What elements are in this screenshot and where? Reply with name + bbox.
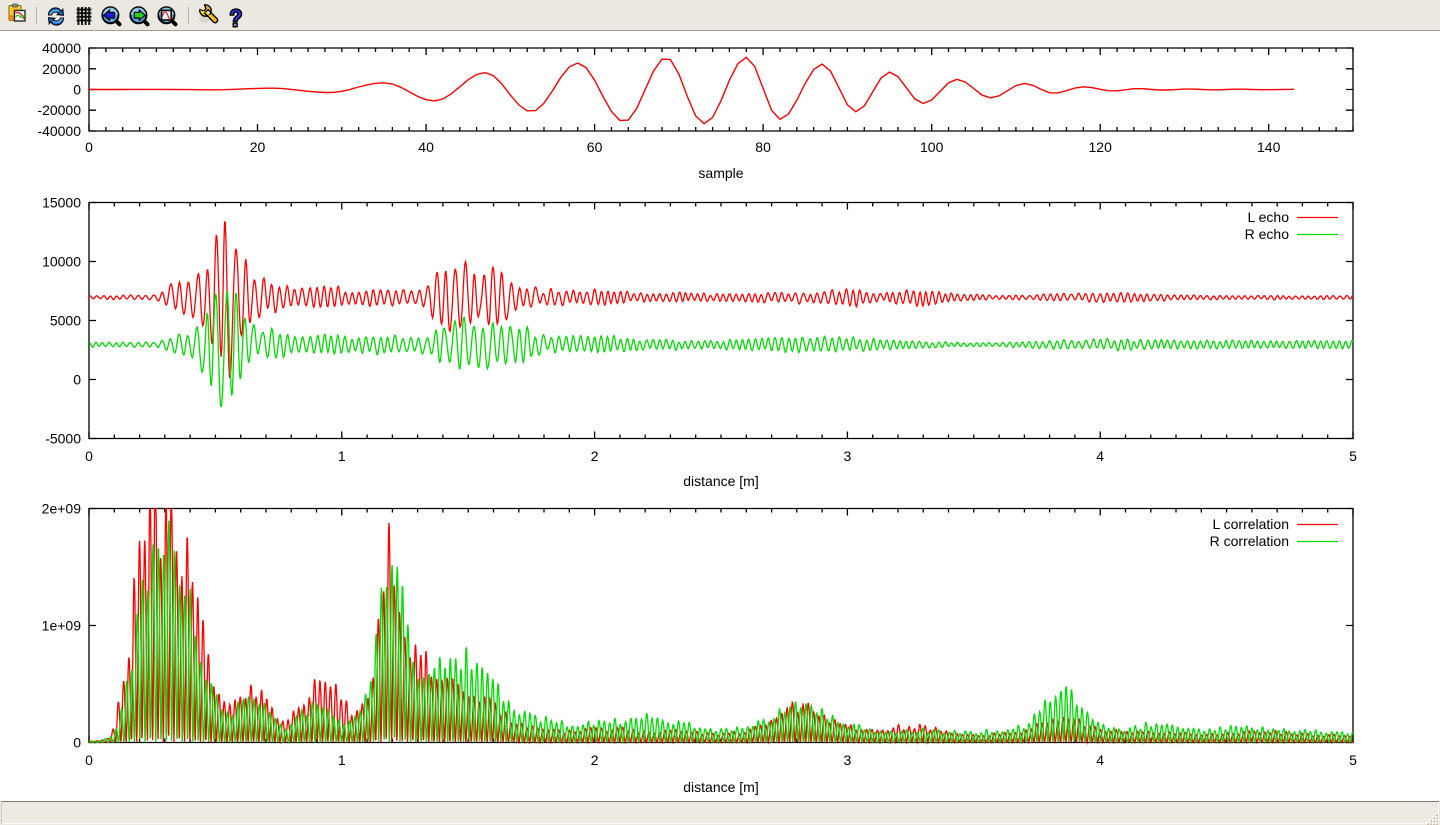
svg-text:sample: sample (698, 165, 743, 181)
svg-text:0: 0 (73, 372, 81, 388)
svg-text:0: 0 (73, 82, 81, 98)
svg-text:20000: 20000 (42, 61, 81, 77)
svg-text:1: 1 (338, 752, 346, 768)
svg-text:80: 80 (755, 139, 771, 155)
svg-text:5: 5 (1349, 752, 1357, 768)
svg-text:15000: 15000 (42, 195, 81, 211)
svg-text:L correlation: L correlation (1212, 516, 1289, 532)
svg-text:3: 3 (844, 448, 852, 464)
svg-text:40000: 40000 (42, 40, 81, 56)
svg-text:40: 40 (418, 139, 434, 155)
svg-text:60: 60 (587, 139, 603, 155)
svg-text:20: 20 (250, 139, 266, 155)
svg-text:4: 4 (1096, 448, 1104, 464)
svg-text:100: 100 (920, 139, 944, 155)
svg-text:-20000: -20000 (37, 102, 81, 118)
svg-text:0: 0 (85, 448, 93, 464)
svg-text:distance [m]: distance [m] (683, 473, 758, 489)
svg-text:R correlation: R correlation (1210, 533, 1289, 549)
svg-text:-40000: -40000 (37, 123, 81, 139)
svg-text:1e+09: 1e+09 (42, 618, 82, 634)
svg-text:120: 120 (1089, 139, 1113, 155)
svg-text:5: 5 (1349, 448, 1357, 464)
svg-text:10000: 10000 (42, 254, 81, 270)
svg-text:4: 4 (1096, 752, 1104, 768)
svg-text:2: 2 (591, 752, 599, 768)
svg-text:-5000: -5000 (45, 431, 81, 447)
svg-text:R echo: R echo (1245, 226, 1290, 242)
svg-text:distance [m]: distance [m] (683, 779, 758, 795)
svg-text:0: 0 (85, 139, 93, 155)
svg-text:3: 3 (844, 752, 852, 768)
svg-text:L echo: L echo (1247, 209, 1289, 225)
svg-text:2e+09: 2e+09 (42, 501, 82, 517)
svg-text:0: 0 (85, 752, 93, 768)
svg-text:2: 2 (591, 448, 599, 464)
svg-text:5000: 5000 (50, 313, 81, 329)
svg-text:140: 140 (1257, 139, 1281, 155)
svg-text:1: 1 (338, 448, 346, 464)
svg-text:0: 0 (73, 735, 81, 751)
